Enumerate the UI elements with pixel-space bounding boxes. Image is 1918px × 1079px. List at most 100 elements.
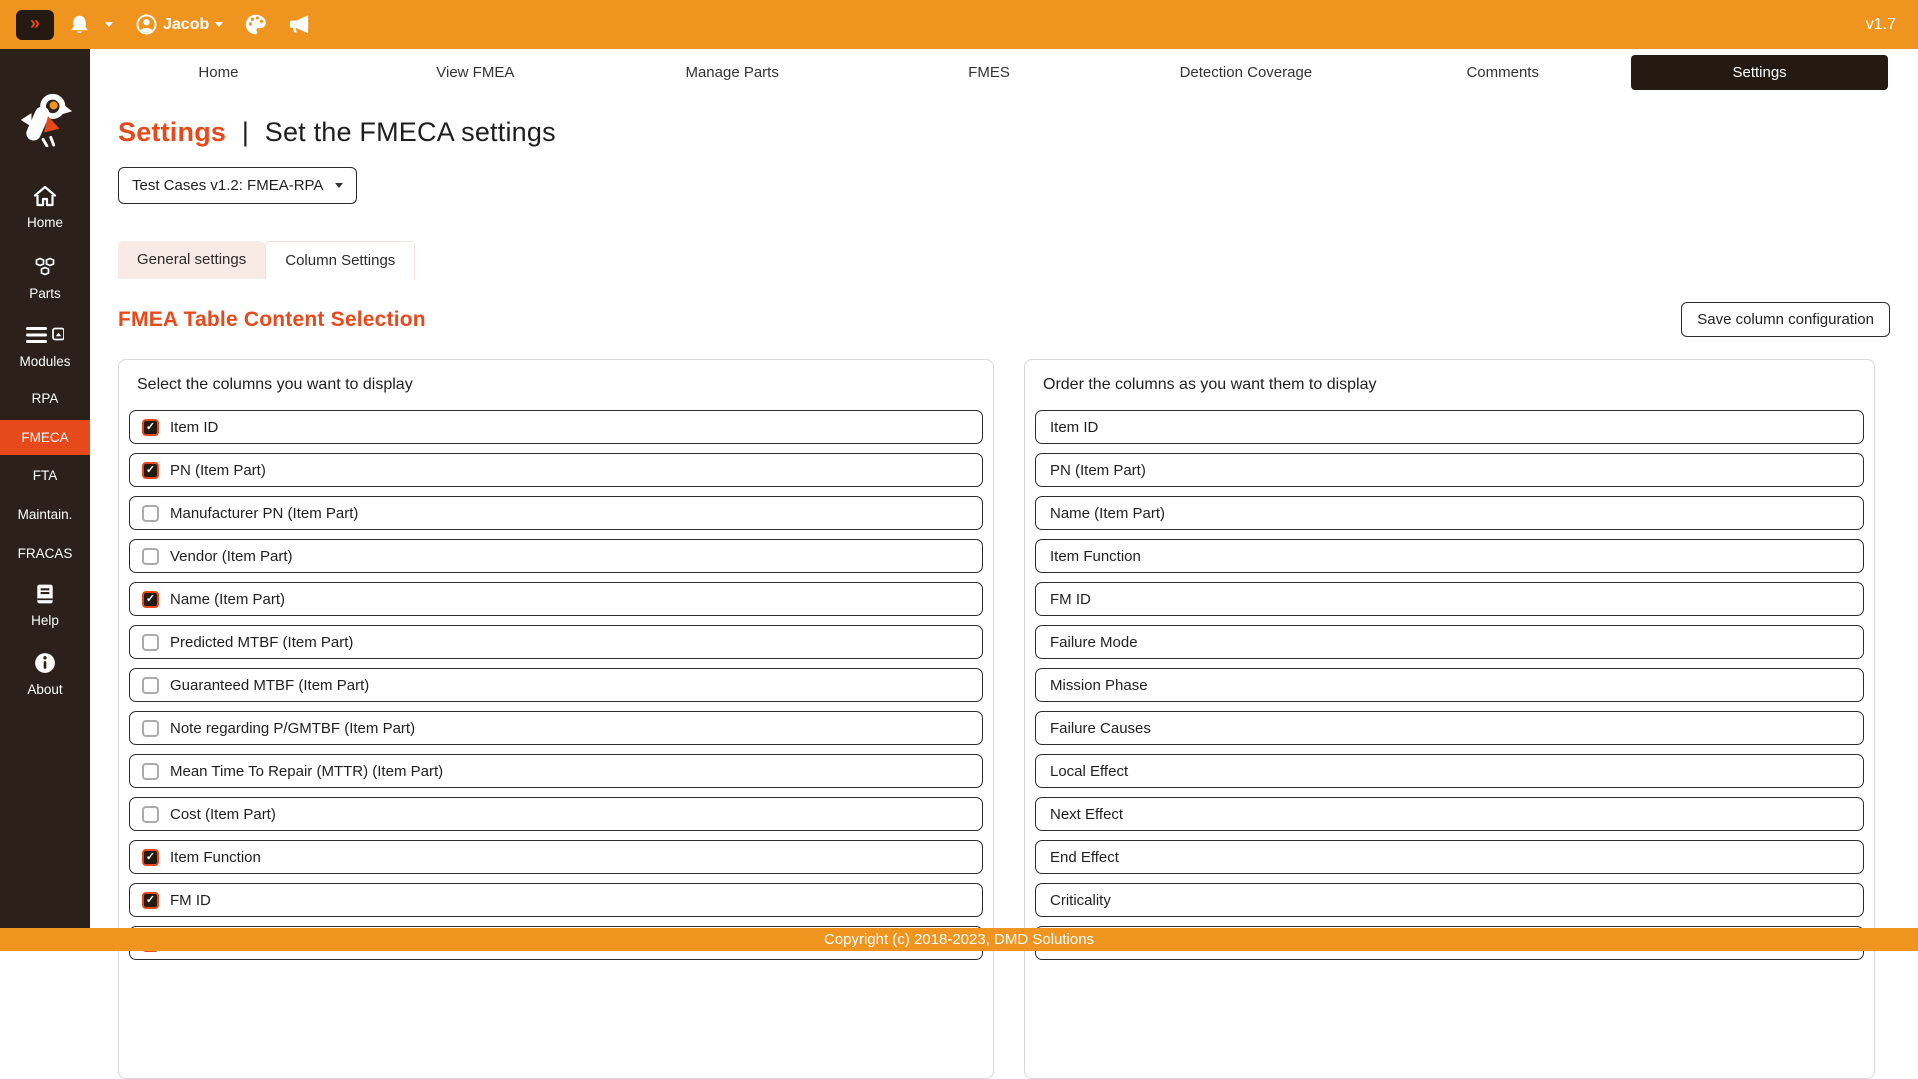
nav-tab-comments[interactable]: Comments bbox=[1374, 55, 1631, 90]
column-select-label: Note regarding P/GMTBF (Item Part) bbox=[170, 720, 415, 737]
column-order-label: Name (Item Part) bbox=[1050, 505, 1165, 522]
column-order-label: Item Function bbox=[1050, 548, 1141, 565]
main-area: HomeView FMEAManage PartsFMESDetection C… bbox=[90, 49, 1918, 951]
copyright-text: Copyright (c) 2018-2023, DMD Solutions bbox=[824, 931, 1094, 948]
column-select-row-predicted-mtbf-item-part[interactable]: Predicted MTBF (Item Part) bbox=[129, 625, 983, 659]
column-select-label: Item ID bbox=[170, 419, 218, 436]
column-order-panel-header: Order the columns as you want them to di… bbox=[1043, 376, 1864, 394]
megaphone-icon[interactable] bbox=[288, 14, 311, 35]
sidebar-item-label: Home bbox=[27, 215, 63, 230]
column-order-label: Failure Mode bbox=[1050, 634, 1138, 651]
user-circle-icon bbox=[136, 14, 157, 35]
column-select-row-cost-item-part[interactable]: Cost (Item Part) bbox=[129, 797, 983, 831]
column-order-row-item-function[interactable]: Item Function bbox=[1035, 539, 1864, 573]
nav-tab-detection-coverage[interactable]: Detection Coverage bbox=[1117, 55, 1374, 90]
sidebar-expand-button[interactable]: » bbox=[16, 10, 54, 40]
project-selector[interactable]: Test Cases v1.2: FMEA-RPA bbox=[118, 167, 357, 204]
sidebar-item-help[interactable]: Help bbox=[0, 583, 90, 628]
sidebar-item-label: Parts bbox=[29, 286, 61, 301]
column-order-row-name-item-part[interactable]: Name (Item Part) bbox=[1035, 496, 1864, 530]
parts-icon bbox=[33, 256, 57, 281]
column-select-label: Item Function bbox=[170, 849, 261, 866]
sidebar-item-fracas[interactable]: FRACAS bbox=[0, 546, 90, 561]
user-menu[interactable]: Jacob bbox=[136, 14, 223, 35]
column-select-row-vendor-item-part[interactable]: Vendor (Item Part) bbox=[129, 539, 983, 573]
column-order-row-item-id[interactable]: Item ID bbox=[1035, 410, 1864, 444]
sidebar-item-about[interactable]: About bbox=[0, 652, 90, 697]
column-select-label: Mean Time To Repair (MTTR) (Item Part) bbox=[170, 763, 443, 780]
column-order-row-pn-item-part[interactable]: PN (Item Part) bbox=[1035, 453, 1864, 487]
user-dropdown-caret bbox=[215, 22, 223, 27]
column-order-row-criticality[interactable]: Criticality bbox=[1035, 883, 1864, 917]
column-select-panel: Select the columns you want to display ✓… bbox=[118, 359, 994, 1079]
checkbox-checked[interactable]: ✓ bbox=[142, 849, 159, 866]
checkbox-unchecked[interactable] bbox=[142, 634, 159, 651]
tab-general-settings-label: General settings bbox=[137, 251, 246, 268]
column-select-list: ✓ Item ID ✓ PN (Item Part) Manufacturer PN (… bbox=[129, 410, 983, 960]
checkbox-unchecked[interactable] bbox=[142, 548, 159, 565]
column-order-row-local-effect[interactable]: Local Effect bbox=[1035, 754, 1864, 788]
sidebar-item-label: FTA bbox=[33, 468, 58, 483]
sidebar-item-label: FRACAS bbox=[18, 546, 73, 561]
column-select-row-item-id[interactable]: ✓ Item ID bbox=[129, 410, 983, 444]
checkbox-checked[interactable]: ✓ bbox=[142, 892, 159, 909]
checkbox-unchecked[interactable] bbox=[142, 720, 159, 737]
nav-tab-manage-parts[interactable]: Manage Parts bbox=[604, 55, 861, 90]
sidebar-item-label: About bbox=[27, 682, 62, 697]
checkbox-unchecked[interactable] bbox=[142, 677, 159, 694]
nav-tab-home[interactable]: Home bbox=[90, 55, 347, 90]
column-select-row-note-regarding-p-gmtbf-item-part[interactable]: Note regarding P/GMTBF (Item Part) bbox=[129, 711, 983, 745]
column-select-row-pn-item-part[interactable]: ✓ PN (Item Part) bbox=[129, 453, 983, 487]
sidebar-item-fmeca[interactable]: FMECA bbox=[0, 420, 90, 455]
tab-column-settings-label: Column Settings bbox=[285, 252, 395, 269]
checkbox-unchecked[interactable] bbox=[142, 806, 159, 823]
sidebar-item-fta[interactable]: FTA bbox=[0, 468, 90, 483]
bell-icon[interactable] bbox=[69, 14, 90, 35]
column-select-row-manufacturer-pn-item-part[interactable]: Manufacturer PN (Item Part) bbox=[129, 496, 983, 530]
checkbox-checked[interactable]: ✓ bbox=[142, 419, 159, 436]
column-select-label: PN (Item Part) bbox=[170, 462, 266, 479]
sidebar-item-label: FMECA bbox=[21, 430, 68, 445]
topbar: » Jacob v1.7 bbox=[0, 0, 1918, 49]
column-order-row-failure-causes[interactable]: Failure Causes bbox=[1035, 711, 1864, 745]
nav-tab-view-fmea[interactable]: View FMEA bbox=[347, 55, 604, 90]
checkbox-checked[interactable]: ✓ bbox=[142, 462, 159, 479]
column-select-row-guaranteed-mtbf-item-part[interactable]: Guaranteed MTBF (Item Part) bbox=[129, 668, 983, 702]
main-nav: HomeView FMEAManage PartsFMESDetection C… bbox=[90, 49, 1918, 96]
column-order-row-failure-mode[interactable]: Failure Mode bbox=[1035, 625, 1864, 659]
column-select-row-item-function[interactable]: ✓ Item Function bbox=[129, 840, 983, 874]
page-title-separator: | bbox=[242, 117, 249, 147]
sidebar-item-maintain[interactable]: Maintain. bbox=[0, 507, 90, 522]
nav-tab-settings[interactable]: Settings bbox=[1631, 55, 1888, 90]
column-select-row-name-item-part[interactable]: ✓ Name (Item Part) bbox=[129, 582, 983, 616]
column-select-row-fm-id[interactable]: ✓FM ID bbox=[129, 883, 983, 917]
column-order-label: Next Effect bbox=[1050, 806, 1123, 823]
checkbox-checked[interactable]: ✓ bbox=[142, 591, 159, 608]
tab-column-settings[interactable]: Column Settings bbox=[265, 241, 415, 279]
sidebar-item-label: Modules bbox=[19, 354, 70, 369]
sidebar-item-home[interactable]: Home bbox=[0, 185, 90, 230]
column-order-row-end-effect[interactable]: End Effect bbox=[1035, 840, 1864, 874]
column-order-row-next-effect[interactable]: Next Effect bbox=[1035, 797, 1864, 831]
bell-dropdown-caret[interactable] bbox=[105, 22, 113, 27]
page-title-subtitle: Set the FMECA settings bbox=[265, 117, 556, 147]
sidebar-item-parts[interactable]: Parts bbox=[0, 256, 90, 301]
checkbox-unchecked[interactable] bbox=[142, 505, 159, 522]
nav-tab-fmes[interactable]: FMES bbox=[861, 55, 1118, 90]
sidebar-item-rpa[interactable]: RPA bbox=[0, 391, 90, 406]
column-order-label: FM ID bbox=[1050, 591, 1091, 608]
column-order-row-fm-id[interactable]: FM ID bbox=[1035, 582, 1864, 616]
page-title: Settings | Set the FMECA settings bbox=[118, 117, 1890, 148]
tab-general-settings[interactable]: General settings bbox=[118, 241, 265, 279]
project-selector-value: Test Cases v1.2: FMEA-RPA bbox=[132, 177, 323, 194]
save-column-configuration-button[interactable]: Save column configuration bbox=[1681, 302, 1890, 337]
column-select-label: Name (Item Part) bbox=[170, 591, 285, 608]
checkbox-unchecked[interactable] bbox=[142, 763, 159, 780]
palette-icon[interactable] bbox=[244, 13, 267, 36]
sidebar: Home Parts Modules RPA FMECA FTA Maintain. FRAC… bbox=[0, 49, 90, 928]
column-select-row-mean-time-to-repair-mttr-item-part[interactable]: Mean Time To Repair (MTTR) (Item Part) bbox=[129, 754, 983, 788]
sidebar-item-label: RPA bbox=[32, 391, 59, 406]
sidebar-item-modules[interactable]: Modules bbox=[0, 324, 90, 369]
column-order-row-mission-phase[interactable]: Mission Phase bbox=[1035, 668, 1864, 702]
robin-bird-logo bbox=[15, 89, 75, 147]
